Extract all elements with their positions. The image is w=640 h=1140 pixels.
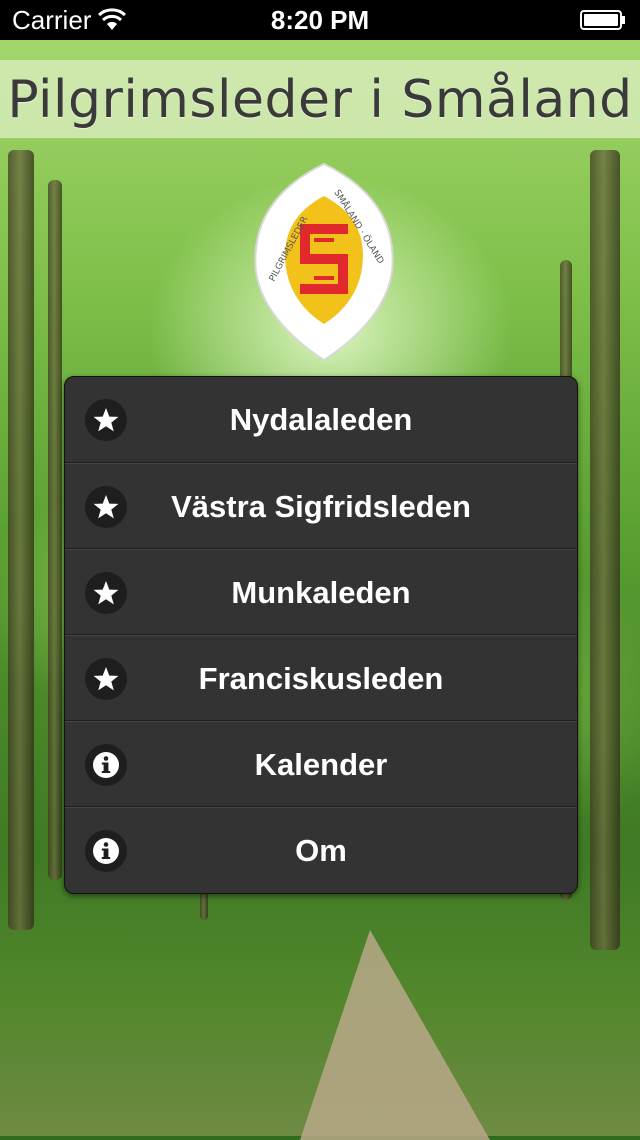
- menu-item-label: Västra Sigfridsleden: [171, 489, 471, 524]
- menu-item-label: Kalender: [254, 747, 388, 782]
- page-title: Pilgrimsleder i Småland: [7, 70, 633, 130]
- menu-item-munkaleden[interactable]: Munkaleden: [65, 549, 577, 635]
- forest-path: [300, 930, 490, 1140]
- menu-item-kalender[interactable]: Kalender: [65, 721, 577, 807]
- battery-icon: [580, 10, 625, 30]
- menu-item-label: Om: [295, 833, 347, 868]
- menu-item-label: Munkaleden: [231, 575, 411, 610]
- menu-item-label: Nydalaleden: [229, 402, 413, 437]
- status-bar: Carrier 8:20 PM: [0, 0, 640, 40]
- menu-item-franciskusleden[interactable]: Franciskusleden: [65, 635, 577, 721]
- menu-item-västra-sigfridsleden[interactable]: Västra Sigfridsleden: [65, 463, 577, 549]
- menu-item-nydalaleden[interactable]: Nydalaleden: [65, 377, 577, 463]
- menu-item-om[interactable]: Om: [65, 807, 577, 893]
- menu-item-label: Franciskusleden: [198, 661, 444, 696]
- clock-label: 8:20 PM: [270, 5, 370, 35]
- trail-menu: Nydalaleden Västra Sigfridsleden Munkalede…: [64, 376, 578, 894]
- pilgrim-logo: PILGRIMSLEDER SMÅLAND · ÖLAND: [254, 162, 394, 362]
